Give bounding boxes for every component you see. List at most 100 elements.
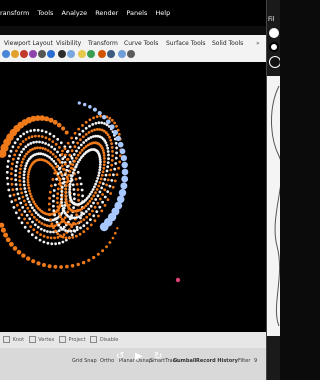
scene-point — [103, 195, 107, 199]
select-tool-icon[interactable] — [2, 50, 10, 58]
panel-option-icon[interactable] — [269, 28, 279, 38]
scene-point — [81, 260, 86, 265]
panel-edit-icon[interactable] — [269, 56, 280, 68]
scene-point — [92, 255, 96, 260]
material-tool-icon[interactable] — [29, 50, 37, 58]
sphere-tool-icon[interactable] — [20, 50, 28, 58]
scene-point — [49, 150, 53, 154]
globe-tool-icon[interactable] — [47, 50, 55, 58]
view-tool-icon[interactable] — [118, 50, 126, 58]
scene-point — [34, 211, 38, 215]
scene-point — [14, 178, 18, 182]
settings-tool-icon[interactable] — [107, 50, 115, 58]
scene-point — [103, 178, 107, 181]
tab-curve-tools[interactable]: Curve Tools — [124, 38, 158, 49]
layer-tool-icon[interactable] — [11, 50, 19, 58]
menu-analyze[interactable]: Analyze — [62, 9, 88, 17]
scene-point — [6, 182, 10, 186]
scene-point — [76, 170, 80, 174]
scene-point — [48, 132, 52, 136]
tab-visibility[interactable]: Visibility — [56, 38, 81, 49]
video-rewind-icon[interactable]: ↺ — [116, 351, 124, 362]
scene-point — [68, 170, 72, 173]
scene-point — [71, 236, 75, 239]
scene-point — [64, 184, 68, 188]
scene-point — [81, 124, 84, 127]
status-grid-snap[interactable]: Grid Snap — [72, 358, 97, 364]
osnap-project-checkbox[interactable] — [58, 336, 66, 343]
scene-point — [116, 227, 119, 230]
status-gumball[interactable]: Gumball — [173, 358, 196, 364]
scene-point — [111, 154, 114, 158]
scene-point — [68, 160, 72, 164]
scene-point — [63, 173, 67, 176]
scene-point — [52, 209, 56, 213]
scene-point — [58, 166, 62, 170]
menu-panels[interactable]: Panels — [126, 9, 147, 17]
scene-point — [84, 210, 88, 213]
menu-render[interactable]: Render — [95, 9, 118, 17]
menu-tools[interactable]: Tools — [37, 9, 53, 17]
scene-point — [11, 162, 14, 166]
light-tool-icon[interactable] — [67, 50, 75, 58]
scene-point — [8, 154, 11, 158]
tab-overflow-chevron-icon[interactable]: » — [256, 38, 260, 49]
point-tool-icon[interactable] — [38, 50, 46, 58]
osnap-vertex-checkbox[interactable] — [28, 336, 36, 343]
status-filter[interactable]: Filter — [238, 358, 250, 364]
scene-point — [86, 202, 90, 206]
scene-point — [50, 145, 54, 149]
snap-tool-icon[interactable] — [98, 50, 106, 58]
camera-tool-icon[interactable] — [87, 50, 95, 58]
scene-point — [44, 136, 48, 140]
video-forward-icon[interactable]: ↻ — [154, 351, 162, 362]
scene-point — [103, 204, 107, 207]
tab-transform[interactable]: Transform — [88, 38, 118, 49]
scene-point — [48, 138, 51, 141]
scene-point — [36, 146, 39, 150]
scene-point — [56, 137, 60, 141]
scene-point — [114, 231, 117, 235]
tab-viewport-layout[interactable]: Viewport Layout — [4, 38, 53, 49]
scene-point — [97, 111, 102, 116]
scene-point — [24, 164, 28, 168]
status-ortho[interactable]: Ortho — [100, 358, 114, 364]
scene-point — [23, 217, 26, 221]
scene-point — [60, 197, 63, 201]
scene-point — [22, 132, 26, 136]
scene-point — [64, 191, 67, 194]
scene-point — [56, 172, 60, 175]
grid-tool-icon[interactable] — [78, 50, 86, 58]
video-play-icon[interactable]: ▶ — [135, 351, 143, 362]
history-tool-icon[interactable] — [127, 50, 135, 58]
scene-point — [71, 141, 75, 144]
scene-point — [60, 161, 64, 164]
scene-point — [30, 135, 34, 138]
osnap-disable-checkbox[interactable] — [90, 336, 98, 343]
scene-point — [75, 225, 79, 229]
scene-point — [63, 155, 67, 159]
scene-point — [31, 206, 34, 210]
osnap-knot-checkbox[interactable] — [3, 336, 10, 343]
menu-help[interactable]: Help — [155, 9, 170, 17]
scene-point — [61, 235, 65, 239]
scene-point — [9, 149, 13, 153]
panel-close-icon[interactable] — [269, 42, 279, 52]
stray-point — [175, 277, 181, 283]
scene-point — [54, 142, 58, 146]
scene-point — [93, 185, 96, 189]
render-tool-icon[interactable] — [58, 50, 66, 58]
scene-point — [75, 149, 78, 153]
menu-transform[interactable]: ransform — [0, 9, 29, 17]
scene-point — [107, 153, 110, 157]
perspective-viewport[interactable] — [0, 62, 266, 332]
scene-point — [52, 119, 58, 125]
tab-solid-tools[interactable]: Solid Tools — [212, 38, 243, 49]
scene-point — [60, 193, 63, 197]
scene-point — [91, 209, 94, 213]
scene-point — [56, 192, 60, 196]
scene-point — [68, 190, 71, 194]
tab-surface-tools[interactable]: Surface Tools — [166, 38, 206, 49]
scene-point — [53, 236, 56, 240]
status-record-history[interactable]: Record History — [196, 358, 238, 364]
